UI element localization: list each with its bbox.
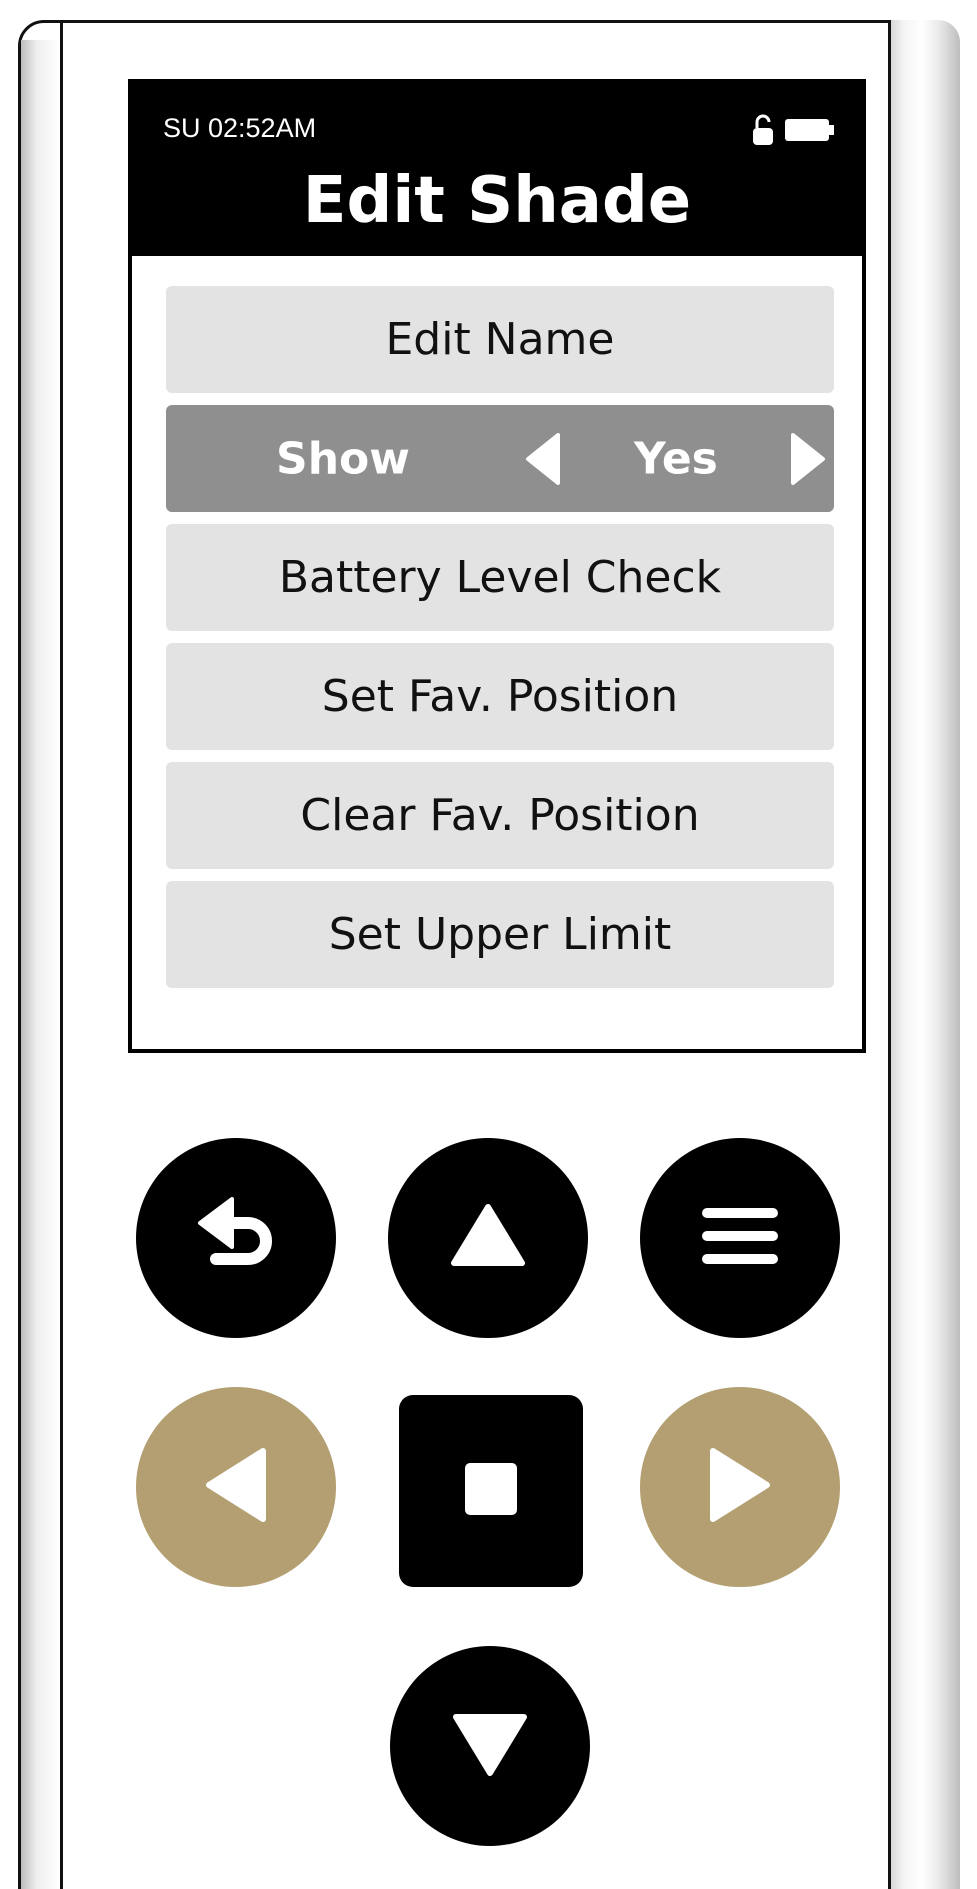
menu-item-label: Battery Level Check: [278, 552, 722, 603]
menu-list: Edit Name Show Yes Battery Level Check S…: [166, 286, 834, 1000]
toggle-value: Yes: [634, 433, 718, 484]
page-title: Edit Shade: [302, 164, 692, 238]
menu-button[interactable]: [640, 1138, 840, 1338]
square-stop-icon: [463, 1461, 519, 1522]
left-button[interactable]: [136, 1387, 336, 1587]
remote-control-mockup: SU 02:52AM Edit Shade Edit Name Show Yes…: [0, 0, 977, 1889]
menu-item-set-upper-limit[interactable]: Set Upper Limit: [166, 881, 834, 988]
toggle-label: Show: [276, 433, 410, 484]
menu-item-clear-fav-position[interactable]: Clear Fav. Position: [166, 762, 834, 869]
menu-item-show-toggle[interactable]: Show Yes: [166, 405, 834, 512]
triangle-down-icon: [450, 1709, 530, 1784]
back-arrow-icon: [186, 1191, 286, 1286]
triangle-up-icon: [448, 1201, 528, 1276]
menu-item-edit-name[interactable]: Edit Name: [166, 286, 834, 393]
remote-left-edge: [21, 40, 60, 1889]
unlocked-lock-icon: [752, 113, 774, 152]
remote-screen: SU 02:52AM Edit Shade Edit Name Show Yes…: [128, 79, 866, 1053]
toggle-prev-icon[interactable]: [522, 431, 562, 487]
toggle-next-icon[interactable]: [789, 431, 829, 487]
stop-button[interactable]: [399, 1395, 583, 1587]
menu-item-label: Clear Fav. Position: [300, 790, 700, 841]
menu-item-set-fav-position[interactable]: Set Fav. Position: [166, 643, 834, 750]
triangle-left-icon: [201, 1445, 271, 1530]
menu-item-label: Edit Name: [385, 314, 615, 365]
up-button[interactable]: [388, 1138, 588, 1338]
status-icons: [752, 113, 836, 152]
remote-edge-line: [60, 20, 63, 1889]
status-time: SU 02:52AM: [163, 113, 317, 143]
menu-item-label: Set Fav. Position: [321, 671, 679, 722]
back-button[interactable]: [136, 1138, 336, 1338]
right-button[interactable]: [640, 1387, 840, 1587]
triangle-right-icon: [705, 1445, 775, 1530]
menu-item-label: Set Upper Limit: [328, 909, 672, 960]
menu-item-battery-level-check[interactable]: Battery Level Check: [166, 524, 834, 631]
hamburger-menu-icon: [700, 1204, 780, 1273]
screen-header: SU 02:52AM Edit Shade: [132, 83, 862, 256]
down-button[interactable]: [390, 1646, 590, 1846]
battery-icon: [784, 117, 836, 148]
remote-side-panel: [888, 20, 960, 1889]
